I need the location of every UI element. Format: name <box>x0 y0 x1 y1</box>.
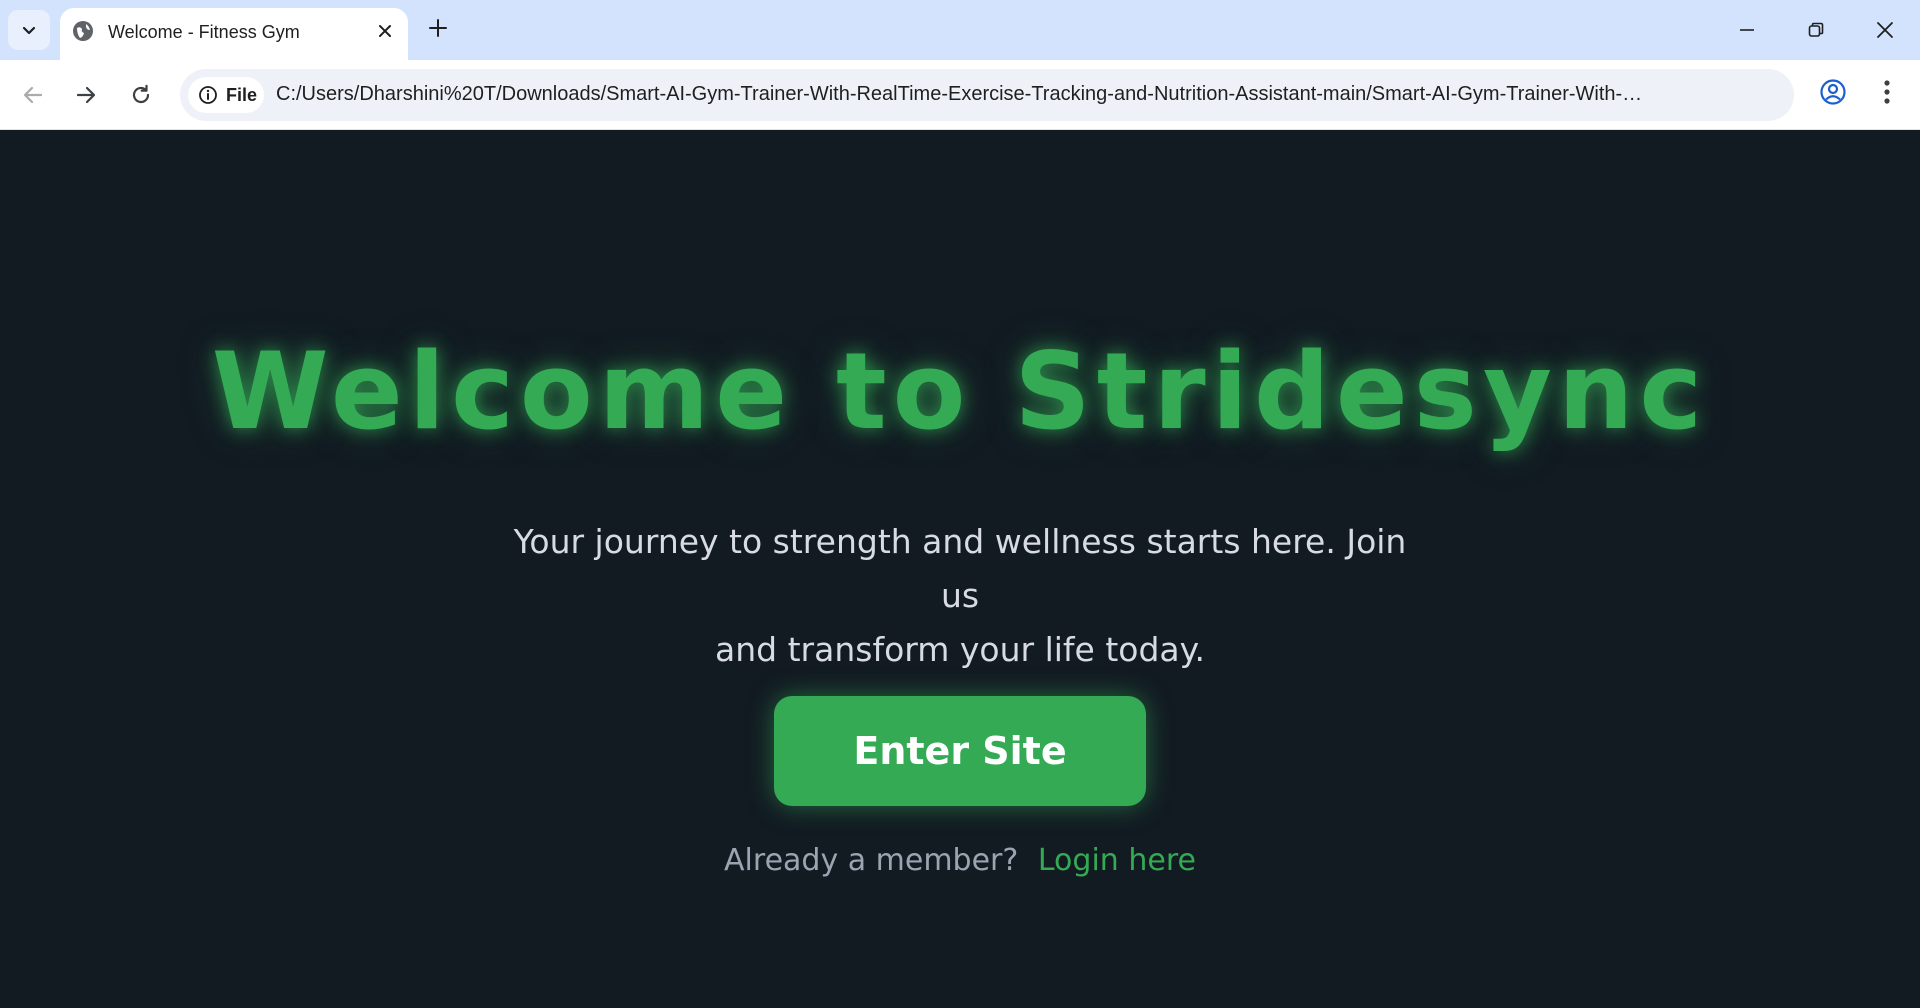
chevron-down-icon <box>22 26 36 35</box>
login-link[interactable]: Login here <box>1038 843 1196 878</box>
minimize-button[interactable] <box>1724 10 1770 50</box>
browser-menu-button[interactable] <box>1870 75 1904 109</box>
file-chip-label: File <box>226 84 258 105</box>
forward-button[interactable] <box>67 76 105 114</box>
tab-search-button[interactable] <box>8 10 50 50</box>
arrow-left-icon <box>23 86 43 104</box>
restore-button[interactable] <box>1793 10 1839 50</box>
close-window-button[interactable] <box>1862 10 1908 50</box>
hero-subtitle-line-2: and transform your life today. <box>715 630 1205 669</box>
more-vertical-icon <box>1884 80 1890 104</box>
globe-icon <box>73 21 93 41</box>
address-bar[interactable]: File C:/Users/Dharshini%20T/Downloads/Sm… <box>180 69 1794 121</box>
hero-subtitle: Your journey to strength and wellness st… <box>500 515 1420 677</box>
minimize-icon <box>1740 29 1754 31</box>
enter-site-button[interactable]: Enter Site <box>774 696 1146 806</box>
close-icon <box>379 25 391 37</box>
tab-title: Welcome - Fitness Gym <box>108 22 300 42</box>
back-button[interactable] <box>14 76 52 114</box>
hero-subtitle-line-1: Your journey to strength and wellness st… <box>513 522 1407 615</box>
site-info-chip[interactable]: File <box>188 77 264 113</box>
member-login-row: Already a member? Login here <box>0 843 1920 878</box>
tab-close-button[interactable] <box>372 18 398 44</box>
account-circle-icon <box>1820 79 1846 105</box>
browser-tabstrip: Welcome - Fitness Gym <box>0 0 1920 60</box>
arrow-right-icon <box>76 86 96 104</box>
plus-icon <box>429 19 447 37</box>
browser-tab-active[interactable]: Welcome - Fitness Gym <box>60 8 408 60</box>
url-text[interactable]: C:/Users/Dharshini%20T/Downloads/Smart-A… <box>276 83 1656 106</box>
browser-toolbar: File C:/Users/Dharshini%20T/Downloads/Sm… <box>0 60 1920 130</box>
new-tab-button[interactable] <box>424 14 452 42</box>
hero-title: Welcome to Stridesync <box>211 330 1709 453</box>
reload-button[interactable] <box>122 76 160 114</box>
info-icon <box>199 86 217 104</box>
reload-icon <box>132 84 150 104</box>
profile-button[interactable] <box>1816 75 1850 109</box>
landing-page: Welcome to Stridesync Your journey to st… <box>0 131 1920 1008</box>
close-icon <box>1877 22 1893 38</box>
restore-icon <box>1808 22 1824 37</box>
member-prompt: Already a member? <box>724 843 1019 878</box>
